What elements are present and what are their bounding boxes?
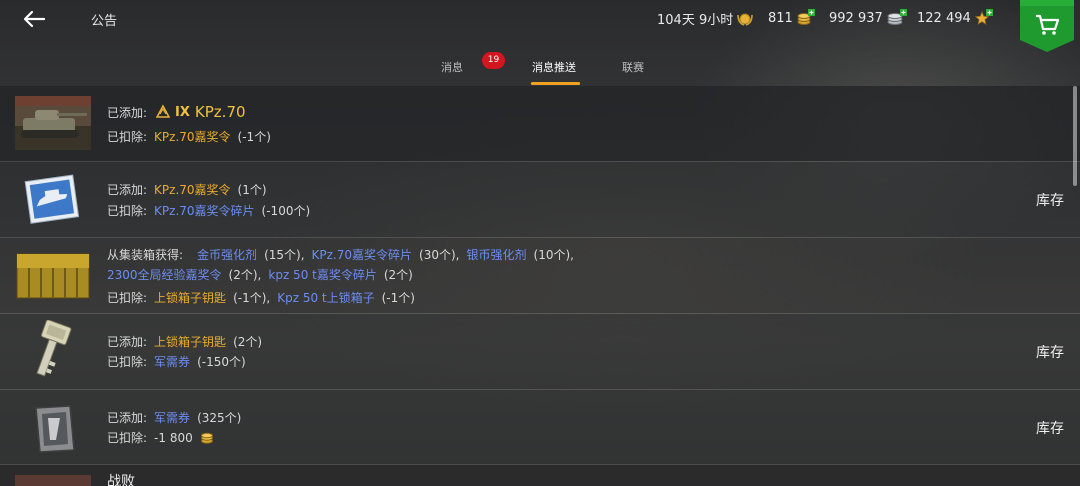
deducted-label: 已扣除: [107, 291, 148, 305]
separator: , [257, 267, 262, 282]
silver-coins-icon [887, 9, 907, 25]
added-line: 已添加: IX KPz.70 [107, 103, 246, 121]
shopping-cart-icon [1020, 0, 1074, 52]
battle-thumbnail [15, 475, 91, 486]
deducted-qty: (-1个) [233, 291, 267, 305]
battle-result-title: 战败 [107, 474, 135, 486]
gold-balance[interactable]: 811 [768, 9, 816, 27]
deducted-line: 已扣除: 军需券 (-150个) [107, 353, 246, 370]
deducted-item: KPz.70嘉奖令碎片 [154, 204, 255, 218]
gold-coins-icon [797, 9, 815, 25]
deducted-value: -1 800 [154, 430, 193, 445]
deducted-label: 已扣除: [107, 355, 148, 369]
blueprint-icon [24, 174, 80, 224]
obtained-line-2: 2300全局经验嘉奖令 (2个) , kpz 50 t嘉奖令碎片 (2个) [107, 266, 413, 283]
deducted-label: 已扣除: [107, 130, 148, 144]
list-item[interactable]: 战败 [0, 465, 1080, 486]
tab-messages[interactable]: 消息 [441, 59, 463, 75]
back-arrow-icon [23, 10, 46, 28]
deducted-item: 军需券 [154, 355, 191, 369]
inventory-button[interactable]: 库存 [1036, 418, 1064, 438]
container-icon [16, 253, 90, 299]
page-title: 公告 [91, 14, 118, 29]
from-container-label: 从集装箱获得: [107, 248, 184, 262]
added-line: 已添加: KPz.70嘉奖令 (1个) [107, 181, 267, 198]
deducted-item: Kpz 50 t上锁箱子 [277, 291, 375, 305]
deducted-label: 已扣除: [107, 431, 148, 445]
tab-league[interactable]: 联赛 [622, 59, 644, 75]
obtained-line: 从集装箱获得: 金币强化剂 (15个) , KPz.70嘉奖令碎片 (30个) … [107, 246, 574, 263]
back-button[interactable] [20, 6, 48, 32]
tab-message-push[interactable]: 消息推送 [532, 59, 576, 75]
scrollbar[interactable] [1073, 86, 1077, 186]
tank-class-icon [155, 104, 171, 118]
reward-qty: (2个) [383, 268, 413, 282]
premium-account-time[interactable]: 104天 9小时 [657, 9, 754, 28]
reward-qty: (15个) [264, 248, 301, 262]
deducted-qty: (-100个) [261, 204, 311, 218]
deducted-qty: (-150个) [197, 355, 246, 369]
shop-button[interactable] [1020, 0, 1074, 52]
deducted-label: 已扣除: [107, 204, 148, 218]
added-label: 已添加: [107, 411, 148, 425]
free-xp-value: 122 494 [917, 10, 971, 26]
deducted-item: KPz.70嘉奖令 [154, 130, 231, 144]
deducted-qty: (-1个) [381, 291, 415, 305]
deducted-line: 已扣除: KPz.70嘉奖令碎片 (-100个) [107, 202, 310, 219]
added-line: 已添加: 军需券 (325个) [107, 409, 241, 426]
deducted-line: 已扣除: -1 800 [107, 429, 214, 446]
credits-balance[interactable]: 992 937 [829, 9, 908, 27]
separator: , [570, 247, 574, 262]
reward-qty: (30个) [419, 248, 456, 262]
gold-value: 811 [768, 10, 793, 26]
added-item: 军需券 [154, 411, 191, 425]
separator: , [266, 290, 271, 305]
list-item[interactable]: 从集装箱获得: 金币强化剂 (15个) , KPz.70嘉奖令碎片 (30个) … [0, 238, 1080, 313]
reward-qty: (2个) [228, 268, 258, 282]
voucher-icon [35, 405, 75, 453]
key-icon [36, 320, 72, 377]
tank-tier: IX [175, 104, 190, 120]
tab-bar: 消息 消息推送 联赛 [0, 52, 1080, 86]
added-label: 已添加: [107, 105, 148, 120]
deducted-qty: (-1个) [237, 130, 271, 144]
deducted-item: 上锁箱子钥匙 [154, 291, 227, 305]
list-item[interactable]: 已添加: 军需券 (325个) 已扣除: -1 800 库存 [0, 390, 1080, 464]
list-item[interactable]: 已添加: IX KPz.70 已扣除: KPz.70嘉奖令 (-1个) [0, 86, 1080, 161]
added-line: 已添加: 上锁箱子钥匙 (2个) [107, 333, 262, 350]
list-item[interactable]: 已添加: KPz.70嘉奖令 (1个) 已扣除: KPz.70嘉奖令碎片 (-1… [0, 162, 1080, 237]
added-qty: (325个) [197, 411, 242, 425]
top-bar: 公告 104天 9小时 811 992 937 122 494 [0, 0, 1080, 52]
added-item: 上锁箱子钥匙 [154, 335, 227, 349]
premium-laurel-icon [737, 13, 754, 26]
separator: , [300, 247, 305, 262]
added-qty: (1个) [237, 183, 267, 197]
added-item: KPz.70嘉奖令 [154, 183, 231, 197]
reward-item: 金币强化剂 [197, 248, 258, 262]
separator: , [455, 247, 460, 262]
reward-item: KPz.70嘉奖令碎片 [311, 248, 413, 262]
reward-qty: (10个) [533, 248, 571, 262]
list-item[interactable]: 已添加: 上锁箱子钥匙 (2个) 已扣除: 军需券 (-150个) 库存 [0, 314, 1080, 389]
added-label: 已添加: [107, 183, 148, 197]
added-label: 已添加: [107, 335, 148, 349]
gold-coins-icon [200, 432, 213, 444]
deducted-line: 已扣除: KPz.70嘉奖令 (-1个) [107, 128, 271, 145]
reward-item: kpz 50 t嘉奖令碎片 [268, 268, 377, 282]
credits-value: 992 937 [829, 10, 883, 26]
free-xp-star-icon [974, 9, 993, 25]
reward-item: 银币强化剂 [466, 248, 527, 262]
tank-name: KPz.70 [194, 103, 246, 121]
unread-count-badge: 19 [482, 52, 505, 69]
inventory-button[interactable]: 库存 [1036, 190, 1064, 210]
premium-time-value: 104天 9小时 [657, 13, 734, 28]
deducted-line: 已扣除: 上锁箱子钥匙 (-1个) , Kpz 50 t上锁箱子 (-1个) [107, 289, 415, 306]
inventory-button[interactable]: 库存 [1036, 342, 1064, 362]
active-tab-indicator [531, 82, 580, 85]
tank-thumbnail [15, 96, 91, 150]
free-xp-balance[interactable]: 122 494 [917, 9, 994, 27]
added-qty: (2个) [233, 335, 263, 349]
reward-item: 2300全局经验嘉奖令 [107, 268, 222, 282]
